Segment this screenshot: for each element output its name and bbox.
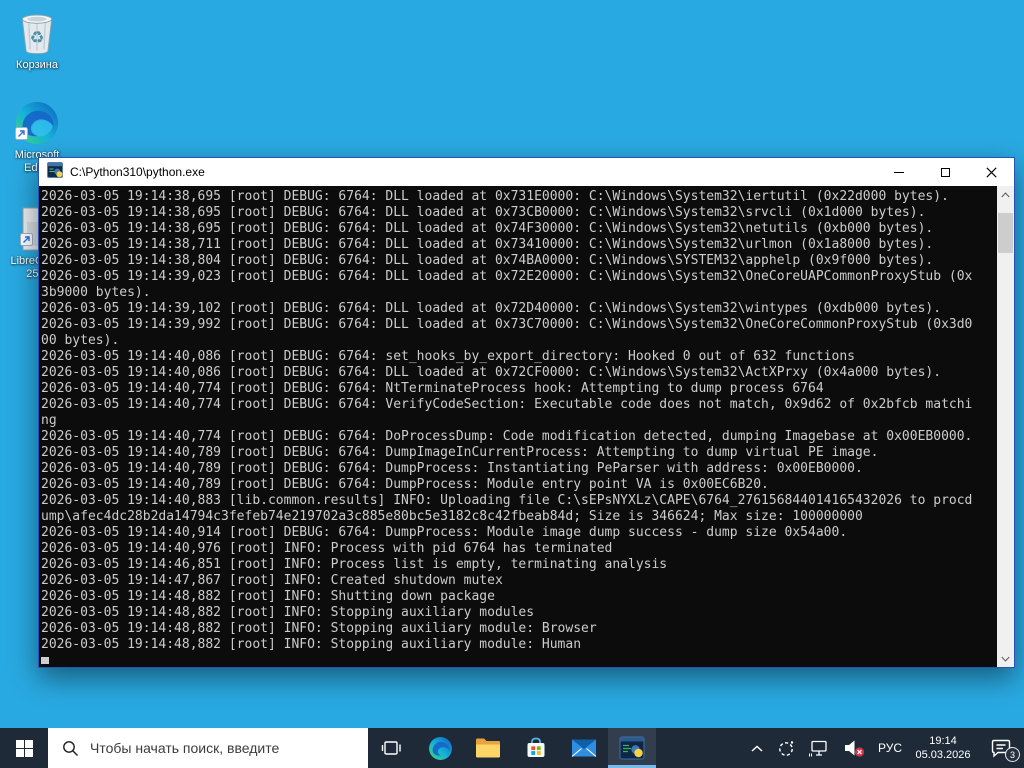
- tray-show-hidden-icons-button[interactable]: [744, 728, 770, 768]
- search-icon: [63, 740, 78, 756]
- windows-logo-icon: [15, 739, 33, 757]
- microsoft-store-button[interactable]: [512, 728, 560, 768]
- console-window: C:\Python310\python.exe 2026-03-05 19:14…: [38, 157, 1015, 668]
- network-button[interactable]: [802, 728, 836, 768]
- scrollbar-thumb[interactable]: [998, 213, 1013, 253]
- window-titlebar[interactable]: C:\Python310\python.exe: [39, 158, 1014, 186]
- taskbar-search-box[interactable]: [48, 728, 368, 768]
- python-console-icon: [619, 736, 645, 760]
- desktop-icon-recycle-bin[interactable]: ♻ Корзина: [5, 8, 69, 72]
- tray-app-button[interactable]: [770, 728, 802, 768]
- console-cursor: [41, 657, 49, 664]
- edge-icon: [428, 736, 452, 760]
- volume-muted-icon: [844, 740, 865, 757]
- console-output-area: 2026-03-05 19:14:38,695 [root] DEBUG: 67…: [39, 186, 1014, 667]
- system-tray: РУС 19:14 05.03.2026 3: [744, 728, 1024, 768]
- maximize-icon: [940, 167, 950, 177]
- store-icon: [527, 737, 545, 757]
- clock-time: 19:14: [929, 735, 957, 747]
- python-console-icon: [47, 161, 63, 183]
- network-icon: [808, 740, 827, 756]
- taskbar-edge-button[interactable]: [416, 728, 464, 768]
- tray-app-icon: [779, 741, 794, 756]
- scroll-up-button[interactable]: [997, 186, 1014, 203]
- maximize-button[interactable]: [922, 158, 968, 186]
- recycle-bin-icon: ♻: [15, 8, 59, 56]
- mail-button[interactable]: [560, 728, 608, 768]
- task-view-button[interactable]: [368, 728, 416, 768]
- desktop-icon-label: Корзина: [16, 59, 58, 71]
- taskbar: РУС 19:14 05.03.2026 3: [0, 728, 1024, 768]
- notification-count-badge: 3: [1005, 747, 1020, 762]
- action-center-button[interactable]: 3: [978, 728, 1024, 768]
- chevron-up-icon: [751, 744, 763, 752]
- svg-text:♻: ♻: [30, 29, 45, 47]
- window-title: C:\Python310\python.exe: [70, 165, 205, 179]
- minimize-icon: [894, 171, 904, 173]
- clock-date: 05.03.2026: [915, 749, 971, 761]
- edge-icon: [14, 100, 60, 146]
- desktop: { "desktop": { "wallpaper_color": "#29a9…: [0, 0, 1024, 768]
- volume-button[interactable]: [836, 728, 872, 768]
- chevron-down-icon: [1001, 656, 1010, 662]
- chevron-up-icon: [1001, 191, 1010, 197]
- close-icon: [985, 166, 997, 178]
- console-text: 2026-03-05 19:14:38,695 [root] DEBUG: 67…: [41, 189, 973, 652]
- scroll-down-button[interactable]: [997, 650, 1014, 667]
- vertical-scrollbar[interactable]: [997, 186, 1014, 667]
- start-button[interactable]: [0, 728, 48, 768]
- shortcut-arrow-icon: [15, 127, 28, 145]
- shortcut-arrow-icon: [20, 233, 33, 251]
- language-indicator[interactable]: РУС: [872, 728, 908, 768]
- search-input[interactable]: [90, 740, 340, 756]
- folder-icon: [476, 738, 500, 758]
- file-explorer-button[interactable]: [464, 728, 512, 768]
- task-view-icon: [381, 741, 401, 755]
- minimize-button[interactable]: [876, 158, 922, 186]
- python-console-task-button[interactable]: [608, 728, 656, 768]
- mail-icon: [571, 739, 597, 757]
- close-button[interactable]: [968, 158, 1014, 186]
- taskbar-clock[interactable]: 19:14 05.03.2026: [908, 728, 978, 768]
